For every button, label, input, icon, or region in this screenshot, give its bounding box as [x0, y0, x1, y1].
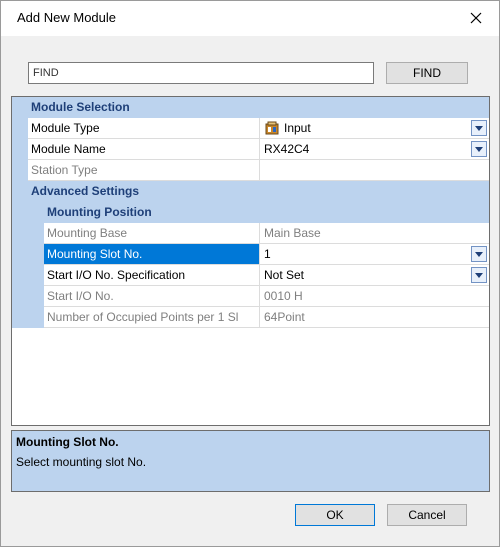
property-row-station-type: Station Type [12, 160, 489, 181]
row-gutter [12, 118, 28, 139]
row-gutter [12, 265, 44, 286]
cancel-button[interactable]: Cancel [387, 504, 467, 526]
chevron-down-icon [475, 272, 483, 278]
property-name: Number of Occupied Points per 1 Sl [44, 307, 260, 328]
chevron-down-icon [475, 146, 483, 152]
category-advanced-settings[interactable]: Advanced Settings [12, 181, 489, 202]
dropdown-button[interactable] [471, 246, 487, 262]
property-value: Main Base [260, 223, 489, 244]
row-gutter [12, 307, 44, 328]
category-mounting-position[interactable]: Mounting Position [12, 202, 489, 223]
category-module-selection[interactable]: Module Selection [12, 97, 489, 118]
property-value-text: 1 [264, 247, 271, 261]
property-name: Start I/O No. [44, 286, 260, 307]
property-row-start-io-spec[interactable]: Start I/O No. Specification Not Set [12, 265, 489, 286]
description-title: Mounting Slot No. [16, 435, 119, 449]
category-label: Mounting Position [47, 205, 152, 219]
property-row-module-type[interactable]: Module Type Input [12, 118, 489, 139]
property-row-occupied-points: Number of Occupied Points per 1 Sl 64Poi… [12, 307, 489, 328]
dropdown-button[interactable] [471, 141, 487, 157]
row-gutter [12, 160, 28, 181]
property-name: Module Type [28, 118, 260, 139]
dialog-title: Add New Module [17, 10, 116, 25]
property-name: Mounting Slot No. [44, 244, 260, 265]
add-new-module-dialog: Add New Module FIND Module Selection Mod… [0, 0, 500, 547]
property-value [260, 160, 489, 181]
property-value[interactable]: 1 [260, 244, 489, 265]
dropdown-button[interactable] [471, 120, 487, 136]
row-gutter [12, 223, 44, 244]
property-name: Start I/O No. Specification [44, 265, 260, 286]
description-panel: Mounting Slot No. Select mounting slot N… [11, 430, 490, 492]
title-bar: Add New Module [1, 1, 499, 36]
row-gutter [12, 244, 44, 265]
chevron-down-icon [475, 251, 483, 257]
property-value-text: RX42C4 [264, 142, 310, 156]
property-value: 0010 H [260, 286, 489, 307]
category-label: Advanced Settings [31, 184, 140, 198]
property-row-start-io: Start I/O No. 0010 H [12, 286, 489, 307]
property-value-text: Input [284, 121, 311, 135]
category-label: Module Selection [31, 100, 130, 114]
row-gutter [12, 139, 28, 160]
property-row-module-name[interactable]: Module Name RX42C4 [12, 139, 489, 160]
property-name: Mounting Base [44, 223, 260, 244]
description-text: Select mounting slot No. [16, 455, 147, 469]
close-button[interactable] [463, 5, 489, 31]
property-name: Station Type [28, 160, 260, 181]
property-value: 64Point [260, 307, 489, 328]
property-value[interactable]: RX42C4 [260, 139, 489, 160]
property-row-mounting-base: Mounting Base Main Base [12, 223, 489, 244]
close-icon [470, 12, 482, 24]
row-gutter [12, 286, 44, 307]
property-name: Module Name [28, 139, 260, 160]
find-input[interactable] [28, 62, 374, 84]
chevron-down-icon [475, 125, 483, 131]
property-value[interactable]: Not Set [260, 265, 489, 286]
property-value-text: Not Set [264, 268, 305, 282]
property-grid: Module Selection Module Type Input Modul… [11, 96, 490, 426]
ok-button[interactable]: OK [295, 504, 375, 526]
property-value[interactable]: Input [260, 118, 489, 139]
input-module-icon [264, 121, 280, 135]
property-row-mounting-slot[interactable]: Mounting Slot No. 1 [12, 244, 489, 265]
dropdown-button[interactable] [471, 267, 487, 283]
find-button[interactable]: FIND [386, 62, 468, 84]
